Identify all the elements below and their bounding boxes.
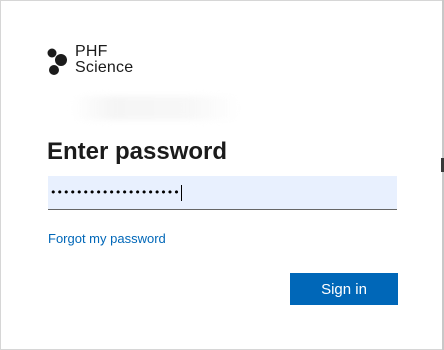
text-caret — [180, 185, 182, 201]
phf-science-logo: PHF Science — [47, 44, 147, 80]
sign-in-button[interactable]: Sign in — [290, 273, 398, 305]
forgot-password-link[interactable]: Forgot my password — [48, 231, 166, 246]
blurred-account-identifier — [71, 96, 241, 120]
password-value: •••••••••••••••••••• — [50, 185, 182, 201]
logo-dots-icon — [47, 48, 67, 75]
sign-in-dialog: PHF Science Enter password •••••••••••••… — [0, 0, 444, 350]
page-title: Enter password — [47, 138, 228, 165]
password-mask: •••••••••••••••••••• — [50, 186, 180, 199]
logo-line-1: PHF — [75, 43, 108, 60]
logo-line-2: Science — [75, 59, 134, 76]
password-input[interactable]: •••••••••••••••••••• — [48, 176, 397, 210]
logo-wordmark: PHF Science — [75, 44, 133, 76]
